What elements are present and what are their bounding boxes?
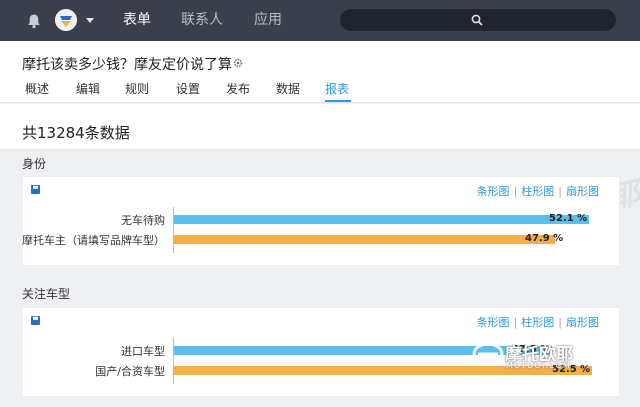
pie-chart-link[interactable]: 扇形图	[566, 185, 599, 198]
top-nav-bar: 表单 联系人 应用	[0, 0, 640, 41]
watermark-logo-domain: MOTOOY.COM	[506, 361, 571, 370]
tab-edit[interactable]: 编辑	[76, 80, 100, 97]
bar-category-label: 进口车型	[121, 345, 165, 358]
gear-icon[interactable]	[233, 58, 243, 68]
nav-item-forms[interactable]: 表单	[123, 11, 151, 29]
search-icon[interactable]	[471, 14, 483, 26]
nav-item-contacts[interactable]: 联系人	[181, 11, 223, 29]
chart-type-links: 条形图 | 柱形图 | 扇形图	[476, 185, 599, 198]
section-label-identity: 身份	[22, 157, 47, 171]
chart-type-links: 条形图 | 柱形图 | 扇形图	[476, 316, 599, 329]
tab-settings[interactable]: 设置	[176, 80, 200, 97]
page-title: 摩托该卖多少钱？摩友定价说了算	[22, 57, 232, 73]
bar[interactable]	[174, 235, 555, 244]
nav-item-apps[interactable]: 应用	[254, 11, 282, 29]
active-tab-indicator	[325, 100, 351, 102]
section-label-model: 关注车型	[22, 287, 71, 301]
bar-category-label: 无车待购	[121, 214, 165, 227]
tab-publish[interactable]: 发布	[226, 80, 250, 97]
bell-icon[interactable]	[26, 13, 42, 29]
tab-overview[interactable]: 概述	[25, 80, 49, 97]
save-icon[interactable]	[31, 316, 40, 325]
bar-chart-link[interactable]: 条形图	[477, 185, 510, 198]
summary-band: 共13284条数据	[0, 104, 640, 150]
bar-category-label: 国产/合资车型	[95, 365, 165, 378]
category-axis	[173, 338, 174, 384]
record-count: 共13284条数据	[22, 124, 130, 142]
column-chart-link[interactable]: 柱形图	[521, 185, 554, 198]
category-axis	[173, 207, 174, 253]
form-header: 摩托该卖多少钱？摩友定价说了算 概述 编辑 规则 设置 发布 数据 报表	[0, 41, 640, 103]
chevron-down-icon[interactable]	[86, 18, 94, 23]
avatar[interactable]	[55, 9, 77, 31]
bar-value-label: 52.1 %	[549, 213, 588, 224]
bar-chart-link[interactable]: 条形图	[477, 316, 510, 329]
chart-panel-identity: 条形图 | 柱形图 | 扇形图 无车待购 52.1 % 摩托车主（请填写品牌车型） 47.9 …	[22, 176, 620, 266]
search-input[interactable]	[340, 9, 616, 31]
tab-rules[interactable]: 规则	[125, 80, 149, 97]
pie-chart-link[interactable]: 扇形图	[566, 316, 599, 329]
save-icon[interactable]	[31, 185, 40, 194]
tab-data[interactable]: 数据	[276, 80, 300, 97]
bar-value-label: 47.9 %	[525, 233, 564, 244]
column-chart-link[interactable]: 柱形图	[521, 316, 554, 329]
tab-report[interactable]: 报表	[325, 80, 349, 97]
bar-category-label: 摩托车主（请填写品牌车型）	[22, 234, 165, 247]
bar[interactable]	[174, 215, 589, 224]
